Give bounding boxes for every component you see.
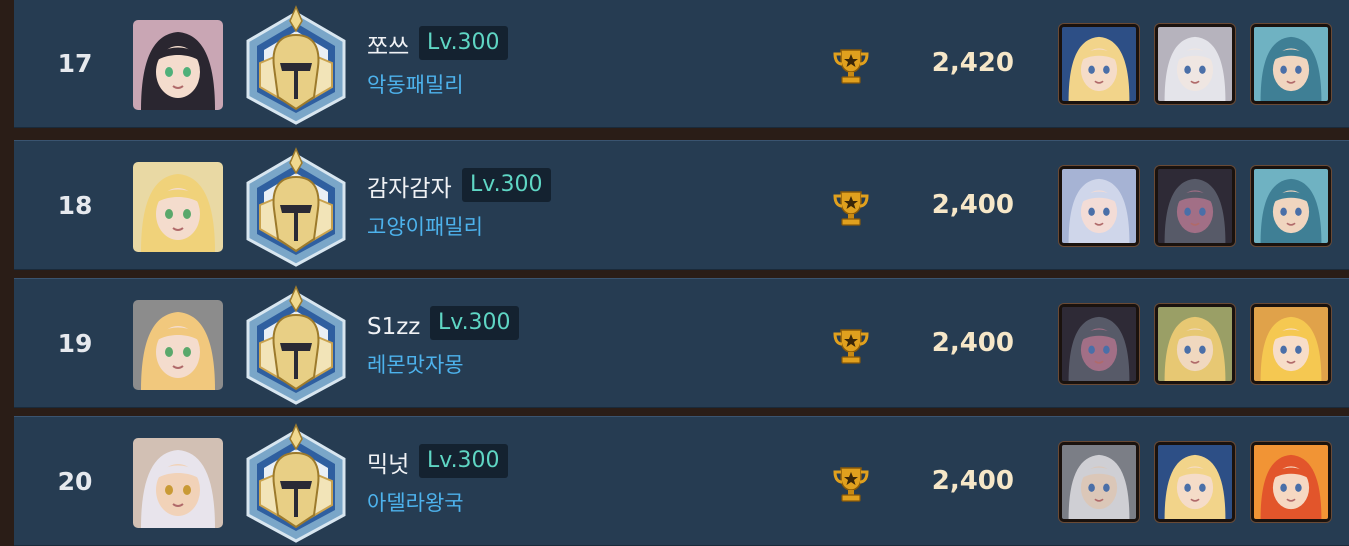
rank-number: 19 — [57, 328, 93, 358]
hero-portrait[interactable] — [1251, 166, 1331, 246]
player-avatar[interactable] — [133, 162, 223, 252]
knight-helmet-badge-icon — [240, 147, 352, 267]
hero-portrait[interactable] — [1155, 442, 1235, 522]
ranking-row[interactable]: 18 감자감자 Lv.300 고양이패밀리 2,400 — [14, 140, 1349, 270]
player-name: 쪼쓰 — [367, 34, 410, 60]
rank-number: 20 — [57, 466, 93, 496]
guild-name-link[interactable]: 아델라왕국 — [367, 487, 464, 517]
player-avatar[interactable] — [133, 438, 223, 528]
knight-helmet-badge-icon — [240, 423, 352, 543]
player-level-badge: Lv.300 — [430, 306, 519, 340]
hero-portrait[interactable] — [1251, 304, 1331, 384]
hero-portrait[interactable] — [1059, 24, 1139, 104]
trophy-score: 2,400 — [931, 328, 1014, 358]
ranking-row[interactable]: 17 쪼쓰 Lv.300 악동패밀리 2,420 — [14, 0, 1349, 128]
trophy-icon — [831, 46, 871, 86]
player-avatar[interactable] — [133, 300, 223, 390]
hero-portrait[interactable] — [1155, 166, 1235, 246]
hero-portrait[interactable] — [1059, 442, 1139, 522]
player-name: 믹넛 — [367, 452, 410, 478]
guild-name-link[interactable]: 레몬맛자몽 — [367, 349, 464, 379]
trophy-icon — [831, 464, 871, 504]
guild-name-link[interactable]: 악동패밀리 — [367, 69, 464, 99]
trophy-score: 2,400 — [931, 190, 1014, 220]
hero-portrait[interactable] — [1251, 442, 1331, 522]
trophy-score: 2,400 — [931, 466, 1014, 496]
player-name: 감자감자 — [367, 176, 452, 202]
trophy-icon — [831, 326, 871, 366]
player-name: S1zz — [367, 314, 421, 340]
player-level-badge: Lv.300 — [419, 26, 508, 60]
hero-portrait[interactable] — [1059, 166, 1139, 246]
rank-number: 17 — [57, 48, 93, 78]
hero-portrait[interactable] — [1251, 24, 1331, 104]
hero-portrait[interactable] — [1059, 304, 1139, 384]
hero-portrait[interactable] — [1155, 24, 1235, 104]
ranking-row[interactable]: 20 믹넛 Lv.300 아델라왕국 2,400 — [14, 416, 1349, 546]
trophy-score: 2,420 — [931, 48, 1014, 78]
hero-portrait[interactable] — [1155, 304, 1235, 384]
knight-helmet-badge-icon — [240, 285, 352, 405]
knight-helmet-badge-icon — [240, 5, 352, 125]
player-level-badge: Lv.300 — [462, 168, 551, 202]
player-level-badge: Lv.300 — [419, 444, 508, 478]
guild-name-link[interactable]: 고양이패밀리 — [367, 211, 483, 241]
player-avatar[interactable] — [133, 20, 223, 110]
trophy-icon — [831, 188, 871, 228]
rank-number: 18 — [57, 190, 93, 220]
ranking-row[interactable]: 19 S1zz Lv.300 레몬맛자몽 2,400 — [14, 278, 1349, 408]
